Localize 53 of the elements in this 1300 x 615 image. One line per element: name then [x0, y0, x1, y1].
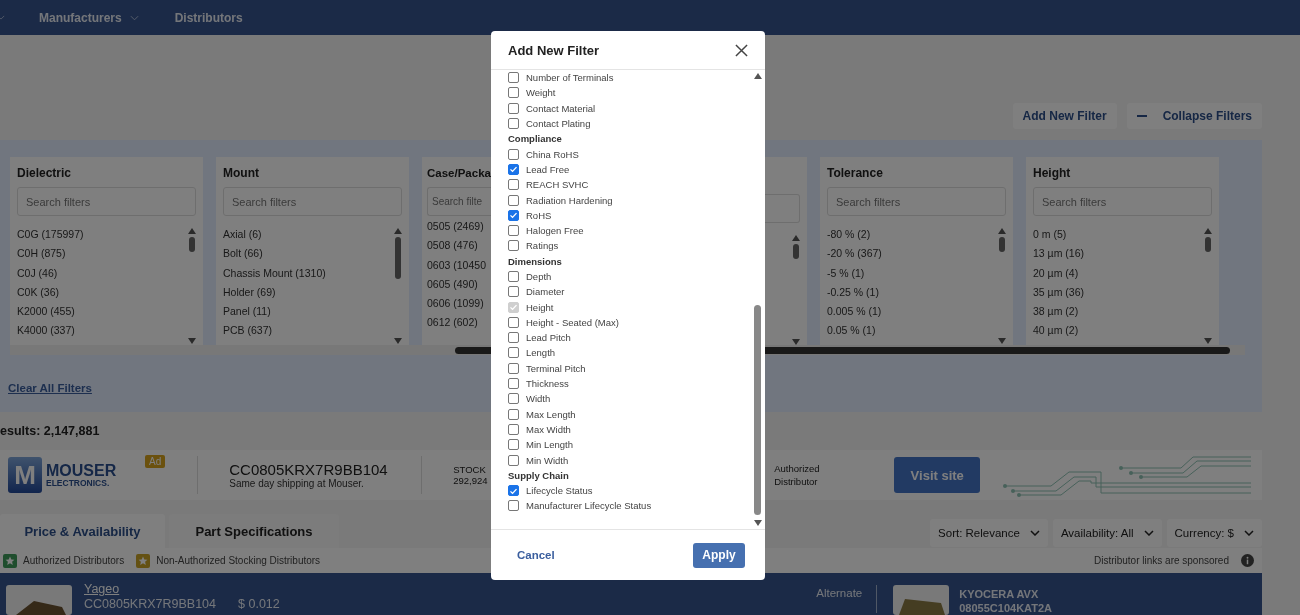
stock-value: 292,924 — [453, 475, 489, 486]
checkbox-label: Max Width — [526, 423, 571, 435]
group-heading: Compliance — [508, 132, 563, 147]
checkbox-label: Weight — [526, 87, 556, 99]
distributor-label: Authorized Distributor — [774, 462, 821, 488]
checkbox-label: Radiation Hardening — [526, 194, 613, 206]
legend-label: Authorized Distributors — [23, 555, 125, 566]
filter-title: Mount — [223, 165, 260, 182]
checkbox-label: Max Length — [526, 408, 576, 420]
filter-title: Case/Packa — [427, 166, 491, 181]
filter-title: Dielectric — [17, 165, 73, 182]
price: $ 0.012 — [238, 597, 280, 612]
checkbox-label: Ratings — [526, 240, 559, 252]
checkbox-label: Lead Pitch — [526, 332, 571, 344]
checkbox-label: REACH SVHC — [526, 179, 589, 191]
part-number: CC0805KRX7R9BB104 — [84, 597, 217, 612]
results-count: esults: 2,147,881 — [0, 424, 100, 440]
checkbox-label: Lifecycle Status — [526, 485, 593, 497]
checkbox-label: Contact Material — [526, 102, 596, 114]
filter-title: Tolerance — [827, 165, 884, 182]
checkbox-label: Manufacturer Lifecycle Status — [526, 500, 652, 512]
checkbox-label: Height — [526, 301, 554, 313]
checkbox-label: Thickness — [526, 378, 569, 390]
filter-title: Height — [1033, 165, 1072, 182]
shipping-note: Same day shipping at Mouser. — [229, 478, 365, 489]
checkbox-label: Min Length — [526, 439, 573, 451]
group-heading: Dimensions — [508, 254, 563, 269]
checkbox-label: Number of Terminals — [526, 72, 614, 84]
checkbox-label: Diameter — [526, 286, 565, 298]
legend-label: Non-Authorized Stocking Distributors — [156, 555, 321, 566]
checkbox-label: Terminal Pitch — [526, 362, 586, 374]
checkbox-label: Width — [526, 393, 551, 405]
sponsored-note: Distributor links are sponsored — [1093, 555, 1229, 566]
checkbox-label: Length — [526, 347, 556, 359]
logo-subtext: ELECTRONICS. — [46, 478, 111, 488]
checkbox-label: China RoHS — [526, 148, 579, 160]
checkbox-label: Halogen Free — [526, 225, 584, 237]
logo-text: MOUSER — [46, 462, 117, 479]
checkbox-label: Contact Plating — [526, 118, 591, 130]
checkbox-label: Lead Free — [526, 163, 570, 175]
alt-part-number: 08055C104KAT2A — [959, 601, 1052, 615]
alternate-label: Alternate — [816, 587, 863, 599]
ad-badge: Ad — [145, 455, 166, 468]
logo-mark: M — [8, 457, 42, 493]
alt-manufacturer: KYOCERA AVX — [959, 587, 1040, 601]
checkbox-label: RoHS — [526, 209, 552, 221]
part-number: CC0805KRX7R9BB104 — [229, 461, 389, 478]
group-heading: Supply Chain — [508, 468, 570, 483]
dialog-title: Add New Filter — [508, 42, 599, 58]
checkbox-label: Depth — [526, 271, 552, 282]
checkbox-label: Height - Seated (Max) — [526, 316, 619, 328]
stock-label: STOCK — [453, 464, 487, 475]
checkbox-label: Min Width — [526, 454, 569, 466]
